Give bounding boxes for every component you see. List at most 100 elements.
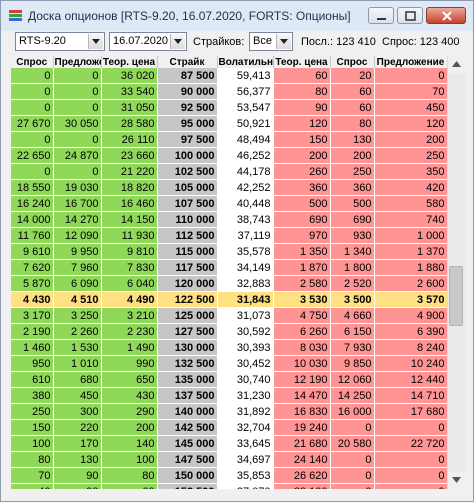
scroll-down-button[interactable]	[448, 472, 465, 489]
table-row[interactable]: 610 680 650 135 000 30,740 12 190 12 060 12 440	[11, 371, 447, 388]
table-cell: 24 870	[53, 147, 102, 164]
minimize-button[interactable]	[368, 7, 394, 24]
table-cell: 0	[53, 68, 102, 84]
table-cell: 19 240	[273, 419, 331, 436]
table-cell: 3 170	[11, 307, 54, 324]
table-cell: 2 520	[330, 275, 375, 292]
table-cell: 30 050	[53, 115, 102, 132]
table-cell: 137 500	[157, 387, 218, 404]
table-row[interactable]: 2 190 2 260 2 230 127 500 30,592 6 260 6 150 6 …	[11, 323, 447, 340]
table-row[interactable]: 7 620 7 960 7 830 117 500 34,149 1 870 1 800 1 …	[11, 259, 447, 276]
table-row[interactable]: 380 450 430 137 500 31,230 14 470 14 250 14 710	[11, 387, 447, 404]
column-header[interactable]: Волатильность	[217, 56, 274, 68]
table-cell: 20	[330, 68, 375, 84]
table-cell: 500	[273, 195, 331, 212]
column-header[interactable]: Спрос	[11, 56, 54, 68]
table-row[interactable]: 100 170 140 145 000 33,645 21 680 20 580 22 720	[11, 435, 447, 452]
date-select[interactable]: 16.07.2020	[109, 32, 187, 51]
table-row[interactable]: 27 670 30 050 28 580 95 000 50,921 120 80 120	[11, 115, 447, 132]
table-row[interactable]: 0 0 33 540 90 000 56,377 80 60 70	[11, 83, 447, 100]
scroll-up-button[interactable]	[448, 56, 465, 73]
table-row[interactable]: 250 300 290 140 000 31,892 16 830 16 000 17 680	[11, 403, 447, 420]
maximize-button[interactable]	[397, 7, 423, 24]
table-cell: 30,393	[217, 339, 274, 356]
table-row[interactable]: 11 760 12 090 11 930 112 500 37,119 970 930 1 0…	[11, 227, 447, 244]
instrument-select[interactable]: RTS-9.20	[15, 32, 105, 51]
table-row[interactable]: 16 240 16 700 16 460 107 500 40,448 500 500 580	[11, 195, 447, 212]
column-header[interactable]: Теор. цена	[273, 56, 331, 68]
column-header[interactable]: Предложение	[53, 56, 102, 68]
title-bar[interactable]: Доска опционов [RTS-9.20, 16.07.2020, FO…	[1, 1, 473, 31]
table-cell: 140 000	[157, 403, 218, 420]
table-row[interactable]: 1 460 1 530 1 490 130 000 30,393 8 030 7 930 8 …	[11, 339, 447, 356]
column-header[interactable]: Предложение	[374, 56, 447, 68]
column-header[interactable]: Спрос	[330, 56, 375, 68]
table-cell: 0	[374, 451, 447, 468]
table-row[interactable]: 409060152 50037,07029 10000	[11, 483, 447, 489]
table-cell: 150 000	[157, 467, 218, 484]
table-cell: 4 900	[374, 307, 447, 324]
table-cell: 200	[374, 131, 447, 148]
maximize-icon	[405, 11, 416, 21]
table-cell: 50,921	[217, 115, 274, 132]
table-cell: 30,740	[217, 371, 274, 388]
table-cell: 10 240	[374, 355, 447, 372]
table-cell: 38,743	[217, 211, 274, 228]
table-row-atm[interactable]: 4 430 4 510 4 490 122 500 31,843 3 530 3 500 3 …	[11, 291, 447, 308]
strikes-select[interactable]: Все	[249, 32, 293, 51]
table-cell: 200	[101, 419, 158, 436]
table-row[interactable]: 150 220 200 142 500 32,704 19 240 0 0	[11, 419, 447, 436]
table-cell: 0	[11, 83, 54, 100]
table-cell: 360	[330, 179, 375, 196]
table-cell: 90	[273, 99, 331, 116]
table-cell: 0	[374, 467, 447, 484]
close-icon	[442, 11, 452, 21]
table-cell: 28 580	[101, 115, 158, 132]
table-row[interactable]: 0 0 21 220 102 500 44,178 260 250 350	[11, 163, 447, 180]
table-cell: 120 000	[157, 275, 218, 292]
table-cell: 740	[374, 211, 447, 228]
table-cell: 7 830	[101, 259, 158, 276]
close-button[interactable]	[426, 7, 466, 24]
table-cell: 260	[273, 163, 331, 180]
table-row[interactable]: 950 1 010 990 132 500 30,452 10 030 9 850 10 24…	[11, 355, 447, 372]
table-cell: 380	[11, 387, 54, 404]
table-cell: 7 620	[11, 259, 54, 276]
table-cell: 450	[374, 99, 447, 116]
table-cell: 53,547	[217, 99, 274, 116]
vertical-scrollbar[interactable]	[447, 56, 465, 489]
table-row[interactable]: 3 170 3 250 3 210 125 000 31,073 4 750 4 660 4 …	[11, 307, 447, 324]
table-cell: 20 580	[330, 435, 375, 452]
table-row[interactable]: 5 870 6 090 6 040 120 000 32,883 2 580 2 520 2 …	[11, 275, 447, 292]
table-cell: 122 500	[157, 291, 218, 308]
table-cell: 60	[330, 83, 375, 100]
table-cell: 970	[273, 227, 331, 244]
table-cell: 4 430	[11, 291, 54, 308]
table-row[interactable]: 18 550 19 030 18 820 105 000 42,252 360 360 420	[11, 179, 447, 196]
table-row[interactable]: 80 130 100 147 500 34,697 24 140 0 0	[11, 451, 447, 468]
table-cell: 22 650	[11, 147, 54, 164]
table-row[interactable]: 0 0 26 110 97 500 48,494 150 130 200	[11, 131, 447, 148]
table-row[interactable]: 22 650 24 870 23 660 100 000 46,252 200 200 250	[11, 147, 447, 164]
table-row[interactable]: 0 0 31 050 92 500 53,547 90 60 450	[11, 99, 447, 116]
table-cell: 450	[53, 387, 102, 404]
table-cell: 7 960	[53, 259, 102, 276]
table-row[interactable]: 70 90 80 150 000 35,853 26 620 0 0	[11, 467, 447, 484]
table-row[interactable]: 0 0 36 020 87 500 59,413 60 20 0	[11, 68, 447, 84]
table-cell: 0	[374, 419, 447, 436]
table-cell: 200	[273, 147, 331, 164]
table-row[interactable]: 9 610 9 950 9 810 115 000 35,578 1 350 1 340 1 …	[11, 243, 447, 260]
table-cell: 580	[374, 195, 447, 212]
scroll-thumb[interactable]	[449, 266, 463, 326]
table-cell: 127 500	[157, 323, 218, 340]
table-cell: 930	[330, 227, 375, 244]
table-cell: 3 570	[374, 291, 447, 308]
table-cell: 2 580	[273, 275, 331, 292]
table-cell: 0	[11, 99, 54, 116]
table-cell: 1 490	[101, 339, 158, 356]
column-header[interactable]: Теор. цена	[101, 56, 158, 68]
bid-price: Спрос: 123 400	[382, 36, 460, 48]
table-row[interactable]: 14 000 14 270 14 150 110 000 38,743 690 690 740	[11, 211, 447, 228]
table-cell: 350	[374, 163, 447, 180]
column-header[interactable]: Страйк	[157, 56, 218, 68]
